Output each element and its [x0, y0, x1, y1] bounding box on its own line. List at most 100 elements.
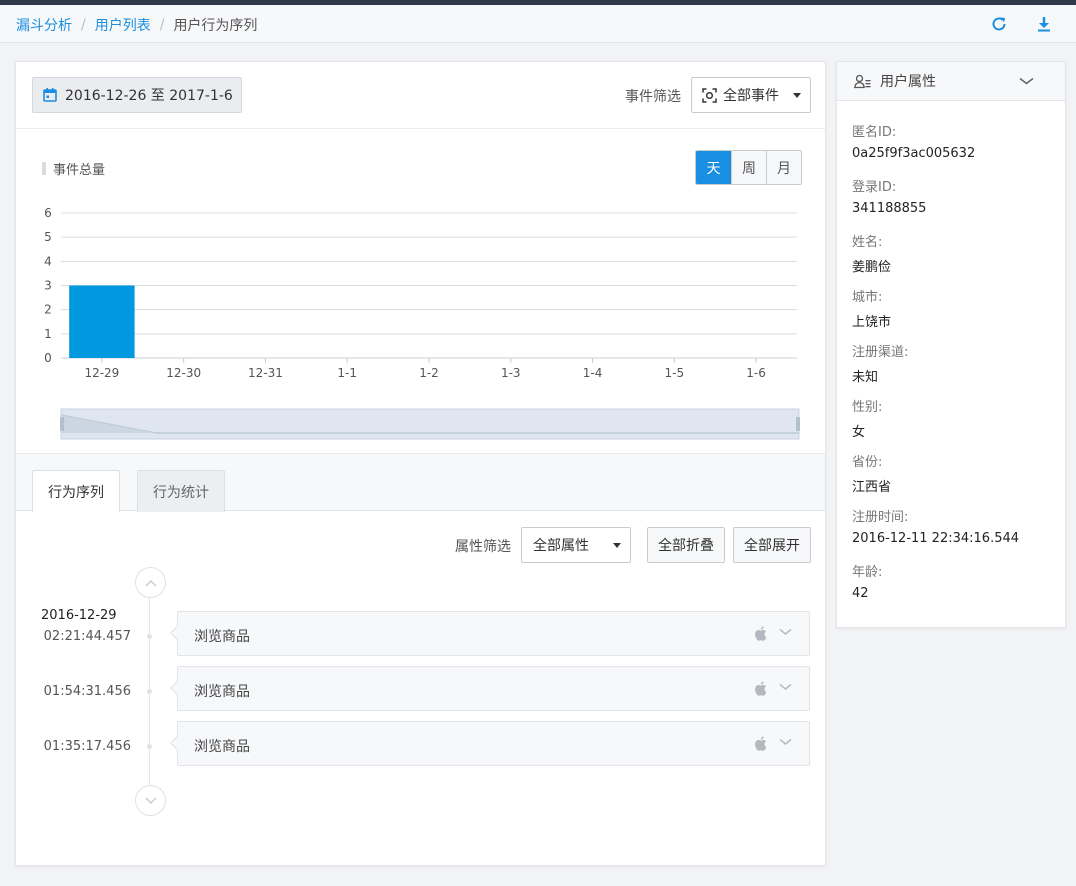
divider	[16, 128, 825, 129]
zoom-handle-left	[60, 417, 64, 431]
x-tick-label: 1-5	[665, 366, 685, 380]
tab-behavior-sequence[interactable]: 行为序列	[32, 470, 120, 512]
user-props-panel: 用户属性 匿名ID: 0a25f9f3ac005632 登录ID: 341188…	[836, 61, 1066, 628]
event-pointer	[169, 625, 185, 641]
prop-key: 姓名:	[852, 235, 883, 250]
timeline-dot	[147, 744, 152, 749]
chevron-down-icon[interactable]	[1019, 77, 1034, 85]
x-tick-label: 12-29	[84, 366, 119, 380]
granularity-day[interactable]: 天	[696, 151, 731, 184]
x-tick-label: 1-4	[583, 366, 603, 380]
download-icon[interactable]	[1034, 14, 1054, 34]
x-tick-label: 1-1	[337, 366, 357, 380]
caret-down-icon	[793, 93, 801, 98]
granularity-toggle: 天 周 月	[695, 150, 802, 185]
prop-key: 性别:	[852, 400, 883, 415]
y-tick-label: 2	[44, 303, 52, 317]
attr-filter-select[interactable]: 全部属性	[521, 527, 631, 563]
date-range-picker[interactable]: 2016-12-26 至 2017-1-6	[32, 77, 242, 113]
event-time: 02:21:44.457	[43, 629, 131, 644]
event-total-chart: 0 1 2 3 4 5 6 12-29 12-30 12-31 1-1 1-2 1-3 1-4 1-5 1-6	[44, 206, 800, 440]
caret-down-icon	[613, 543, 621, 548]
scroll-up-button[interactable]	[135, 567, 166, 598]
date-range-text: 2016-12-26 至 2017-1-6	[65, 88, 233, 104]
user-props-header[interactable]: 用户属性	[837, 62, 1065, 101]
apple-icon	[755, 681, 767, 696]
user-props-title: 用户属性	[880, 74, 936, 90]
prop-key: 城市:	[852, 290, 883, 305]
chevron-down-icon	[145, 797, 156, 804]
prop-key: 登录ID:	[852, 180, 897, 195]
apple-icon	[755, 626, 767, 641]
header: 漏斗分析 / 用户列表 / 用户行为序列	[0, 5, 1076, 43]
zoom-handle-right	[796, 417, 800, 431]
event-time: 01:35:17.456	[43, 739, 131, 754]
event-filter-select[interactable]: 全部事件	[691, 77, 811, 113]
timeline-dot	[147, 689, 152, 694]
granularity-week[interactable]: 周	[731, 151, 766, 184]
event-name: 浏览商品	[194, 739, 250, 755]
chevron-down-icon[interactable]	[779, 683, 792, 691]
event-item[interactable]: 浏览商品	[169, 611, 810, 656]
prop-value: 0a25f9f3ac005632	[852, 146, 976, 161]
prop-province: 省份: 江西省	[852, 451, 891, 495]
y-tick-label: 5	[44, 230, 52, 244]
prop-register-time: 注册时间: 2016-12-11 22:34:16.544	[852, 506, 1019, 546]
refresh-icon[interactable]	[989, 14, 1009, 34]
event-time: 01:54:31.456	[43, 684, 131, 699]
prop-gender: 性别: 女	[852, 396, 882, 440]
prop-value: 未知	[852, 370, 879, 385]
x-tick-label: 1-2	[419, 366, 439, 380]
chevron-down-icon[interactable]	[779, 738, 792, 746]
prop-name: 姓名: 姜鹏俭	[852, 231, 891, 275]
breadcrumb-link-funnel[interactable]: 漏斗分析	[16, 15, 72, 35]
granularity-month[interactable]: 月	[766, 151, 801, 184]
timeline-dot	[147, 634, 152, 639]
prop-key: 匿名ID:	[852, 125, 897, 140]
y-tick-label: 0	[44, 351, 52, 365]
prop-key: 注册时间:	[852, 510, 909, 525]
expand-all-button[interactable]: 全部展开	[733, 527, 811, 563]
event-filter-label: 事件筛选	[625, 89, 681, 105]
bar	[69, 285, 135, 358]
scan-icon	[702, 87, 717, 103]
behavior-section: 行为序列 行为统计 属性筛选 全部属性 全部折叠 全部展开 2016-12-29…	[16, 454, 825, 865]
event-item[interactable]: 浏览商品	[169, 721, 810, 766]
breadcrumb-link-user-list[interactable]: 用户列表	[95, 15, 151, 35]
y-tick-label: 4	[44, 254, 52, 268]
x-tick-label: 1-6	[746, 366, 766, 380]
prop-anonymous-id: 匿名ID: 0a25f9f3ac005632	[852, 121, 975, 161]
main-panel: 2016-12-26 至 2017-1-6 事件筛选 全部事件 事件总量 天 周…	[15, 61, 826, 866]
chevron-up-icon	[145, 579, 156, 586]
event-item[interactable]: 浏览商品	[169, 666, 810, 711]
prop-channel: 注册渠道: 未知	[852, 341, 908, 385]
chart-title-text: 事件总量	[53, 163, 106, 178]
apple-icon	[755, 736, 767, 751]
x-tick-label: 1-3	[501, 366, 521, 380]
user-list-icon	[854, 74, 871, 88]
chart-title: 事件总量	[42, 159, 105, 178]
tab-behavior-stats[interactable]: 行为统计	[137, 470, 225, 512]
chevron-down-icon[interactable]	[779, 628, 792, 636]
collapse-all-button[interactable]: 全部折叠	[647, 527, 725, 563]
y-tick-label: 3	[44, 279, 52, 293]
breadcrumb-separator: /	[81, 17, 86, 33]
prop-value: 2016-12-11 22:34:16.544	[852, 531, 1020, 546]
event-pointer	[169, 680, 185, 696]
attr-filter-value: 全部属性	[533, 538, 589, 554]
prop-value: 42	[852, 586, 869, 601]
y-tick-label: 6	[44, 206, 52, 220]
x-tick-label: 12-31	[248, 366, 283, 380]
title-marker	[42, 162, 46, 175]
scroll-down-button[interactable]	[135, 785, 166, 816]
prop-value: 姜鹏俭	[852, 260, 892, 275]
event-name: 浏览商品	[194, 629, 250, 645]
x-tick-label: 12-30	[166, 366, 201, 380]
calendar-icon	[43, 88, 57, 102]
breadcrumb-current: 用户行为序列	[173, 18, 258, 34]
breadcrumb-separator: /	[159, 17, 165, 33]
prop-key: 年龄:	[852, 565, 883, 580]
prop-value: 江西省	[852, 480, 892, 495]
prop-value: 女	[852, 425, 866, 440]
event-name: 浏览商品	[194, 684, 250, 700]
